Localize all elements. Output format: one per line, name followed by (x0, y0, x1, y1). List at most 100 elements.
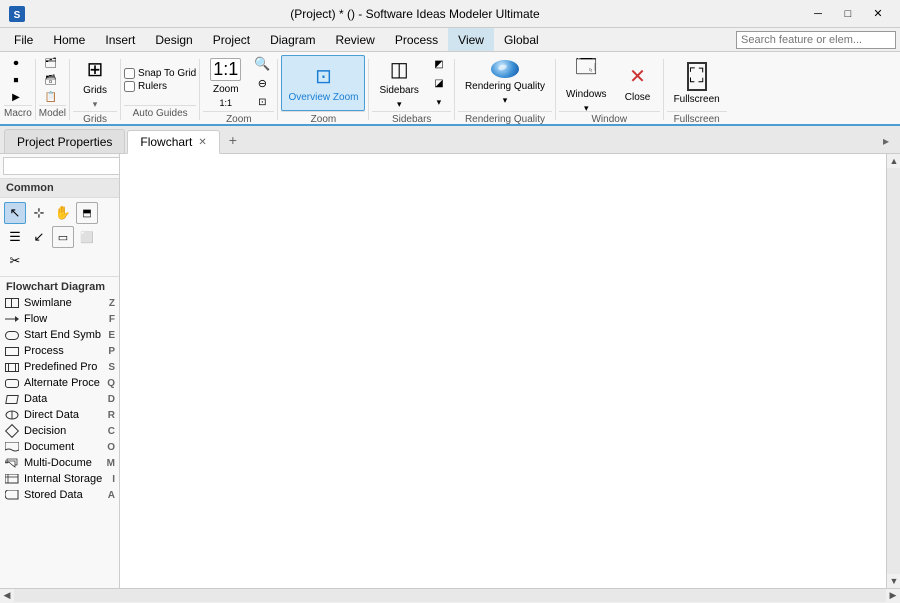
close-btn[interactable]: ✕ Close (616, 55, 660, 111)
close-button[interactable]: ✕ (864, 4, 892, 24)
sidebars-btn[interactable]: ◫ Sidebars ▾ (372, 55, 425, 111)
item-document[interactable]: Document O (0, 439, 119, 455)
rulers-checkbox-label[interactable]: Rulers (124, 81, 167, 92)
item-predefined-process[interactable]: Predefined Pro S (0, 359, 119, 375)
window-controls: ─ □ ✕ (804, 4, 892, 24)
overview-zoom-icon: ⊡ (315, 64, 332, 89)
left-panel-search-input[interactable] (3, 157, 120, 175)
scroll-up-arrow[interactable]: ▲ (887, 154, 900, 168)
item-internal-storage[interactable]: Internal Storage I (0, 471, 119, 487)
item-direct-data[interactable]: Direct Data R (0, 407, 119, 423)
menu-diagram[interactable]: Diagram (260, 28, 325, 51)
tool-rect[interactable]: ▭ (52, 226, 74, 248)
tab-project-properties[interactable]: Project Properties (4, 129, 125, 153)
model-btn3[interactable]: 📋 (39, 89, 63, 105)
ribbon-group-overview: ⊡ Overview Zoom Zoom (281, 55, 365, 121)
tab-flowchart[interactable]: Flowchart ✕ (127, 130, 219, 154)
decision-icon (4, 425, 20, 437)
right-scrollbar: ▲ ▼ (886, 154, 900, 588)
menu-insert[interactable]: Insert (95, 28, 145, 51)
stored-data-icon (4, 489, 20, 501)
minimize-button[interactable]: ─ (804, 4, 832, 24)
menu-view[interactable]: View (448, 28, 494, 51)
process-icon (4, 345, 20, 357)
snap-to-grid-checkbox[interactable] (124, 68, 135, 79)
model-btn2[interactable]: 🗃 (39, 72, 63, 88)
tool-hand[interactable]: ✋ (52, 202, 74, 224)
menu-home[interactable]: Home (43, 28, 95, 51)
zoom-out-btn[interactable]: ⊖ (250, 74, 274, 92)
macro-group-label: Macro (4, 105, 32, 121)
tool-rect-select[interactable]: ⬒ (76, 202, 98, 224)
ribbon-group-windows: 🗔 Windows ▾ ✕ Close Window (559, 55, 660, 121)
diagram-items-list: Swimlane Z Flow F (0, 295, 119, 588)
snap-to-grid-checkbox-label[interactable]: Snap To Grid (124, 68, 196, 79)
windows-icon: 🗔 (575, 52, 597, 86)
tool-crosshair[interactable]: ⊹ (28, 202, 50, 224)
item-data[interactable]: Data D (0, 391, 119, 407)
rulers-checkbox[interactable] (124, 81, 135, 92)
tool-lines[interactable]: ☰ (4, 226, 26, 248)
menu-design[interactable]: Design (145, 28, 202, 51)
fullscreen-btn[interactable]: ⛶ Fullscreen (667, 55, 727, 111)
ribbon-group-fullscreen: ⛶ Fullscreen Fullscreen (667, 55, 727, 121)
internal-storage-icon (4, 473, 20, 485)
scroll-right-arrow[interactable]: ▶ (886, 589, 900, 603)
menu-search-input[interactable] (736, 31, 896, 49)
tool-pointer[interactable]: ↖ (4, 202, 26, 224)
item-process[interactable]: Process P (0, 343, 119, 359)
overview-zoom-btn[interactable]: ⊡ Overview Zoom (281, 55, 365, 111)
grid-icon: ⊞ (87, 57, 104, 82)
menu-file[interactable]: File (4, 28, 43, 51)
ribbon-group-zoom: 1:1 Zoom 1:1 🔍 ⊖ ⊡ Zoom (203, 55, 274, 121)
zoom-icon: 1:1 (210, 58, 241, 81)
model-group-label: Model (39, 105, 66, 121)
menu-review[interactable]: Review (325, 28, 384, 51)
macro-record-btn[interactable]: ⏺ (4, 55, 28, 71)
scroll-left-arrow[interactable]: ◀ (0, 589, 14, 603)
menu-process[interactable]: Process (385, 28, 448, 51)
titlebar: S (Project) * () - Software Ideas Modele… (0, 0, 900, 28)
item-alternate-process[interactable]: Alternate Proce Q (0, 375, 119, 391)
sidebar-small-btn3[interactable]: ▾ (427, 93, 451, 111)
item-start-end[interactable]: Start End Symb E (0, 327, 119, 343)
add-tab-button[interactable]: + (222, 129, 244, 151)
maximize-button[interactable]: □ (834, 4, 862, 24)
svg-text:S: S (14, 10, 21, 21)
ribbon-group-rendering: Rendering Quality ▾ Rendering Quality (458, 55, 552, 121)
model-btn1[interactable]: 🗂 (39, 55, 63, 71)
item-decision[interactable]: Decision C (0, 423, 119, 439)
zoom-101-btn[interactable]: 1:1 Zoom 1:1 (203, 55, 248, 111)
item-stored-data[interactable]: Stored Data A (0, 487, 119, 503)
zoom-fit-btn[interactable]: ⊡ (250, 93, 274, 111)
tool-rect-outline[interactable]: ⬜ (76, 226, 98, 248)
menu-global[interactable]: Global (494, 28, 549, 51)
scroll-track-horizontal[interactable] (14, 589, 886, 602)
sidebar-small-btn2[interactable]: ◪ (427, 74, 451, 92)
scroll-down-arrow[interactable]: ▼ (887, 574, 900, 588)
item-flow[interactable]: Flow F (0, 311, 119, 327)
tool-scissors[interactable]: ✂ (4, 250, 26, 272)
tab-nav-right[interactable]: ▸ (876, 129, 896, 153)
scroll-track-vertical[interactable] (887, 168, 900, 574)
sidebar-small-btn1[interactable]: ◩ (427, 55, 451, 73)
macro-play-btn[interactable]: ▶ (4, 89, 28, 105)
menu-project[interactable]: Project (203, 28, 260, 51)
grids-btn[interactable]: ⊞ Grids ▾ (73, 55, 117, 111)
zoom-in-btn[interactable]: 🔍 (250, 55, 274, 73)
item-multi-document[interactable]: Multi-Docume M (0, 455, 119, 471)
tool-arrow[interactable]: ↙ (28, 226, 50, 248)
macro-stop-btn[interactable]: ⏹ (4, 72, 28, 88)
item-swimlane[interactable]: Swimlane Z (0, 295, 119, 311)
rendering-quality-btn[interactable]: Rendering Quality ▾ (458, 55, 552, 111)
windows-btn[interactable]: 🗔 Windows ▾ (559, 55, 614, 111)
app-icon: S (8, 5, 26, 23)
tab-flowchart-close[interactable]: ✕ (198, 137, 206, 148)
common-tools: ↖ ⊹ ✋ ⬒ ☰ ↙ ▭ ⬜ ✂ (0, 198, 119, 277)
direct-data-icon (4, 409, 20, 421)
ribbon: ⏺ ⏹ ▶ Macro 🗂 🗃 📋 Model (0, 52, 900, 126)
flowchart-diagram-label: Flowchart Diagram (0, 277, 119, 295)
swimlane-icon (4, 297, 20, 309)
tabs-bar: Project Properties Flowchart ✕ + ▸ (0, 126, 900, 154)
common-section-header: Common (0, 179, 119, 198)
